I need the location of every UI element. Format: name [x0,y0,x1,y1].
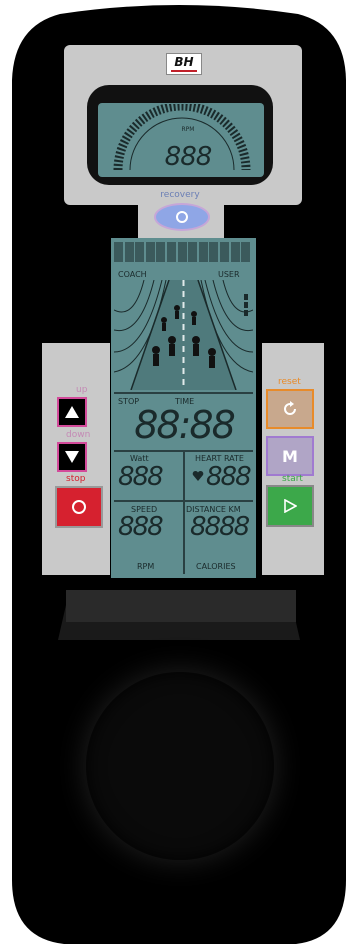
up-label: up [76,385,88,395]
reset-label: reset [278,377,301,387]
program-bar [177,242,187,262]
rpm-scale-label: RPM [181,126,195,133]
program-bar [230,242,240,262]
mode-button[interactable]: M [266,436,314,476]
down-button[interactable] [57,442,87,472]
program-bar [209,242,219,262]
coach-label: COACH [118,270,147,279]
program-bar [114,242,123,262]
program-bar [145,242,155,262]
start-button[interactable] [266,485,314,527]
time-readout: 88:88 [134,403,236,447]
rpm-readout: 888 [164,142,213,172]
display-divider [183,450,185,574]
reset-icon [284,401,296,415]
user-label: USER [218,270,240,279]
program-bar [188,242,198,262]
road-graphic [114,280,253,390]
display-divider [114,392,253,394]
circle-icon [176,211,188,223]
play-icon [284,499,297,513]
watt-readout: 888 [118,462,164,492]
program-bar [124,242,134,262]
circle-icon [72,500,86,514]
start-label: start [282,474,303,484]
program-bar [167,242,176,262]
stop-button[interactable] [55,486,103,528]
heart-icon [192,470,204,481]
down-label: down [66,430,91,440]
program-bar [135,242,145,262]
speed-readout: 888 [118,512,164,542]
rpm-label: RPM [137,562,155,571]
calories-label: CALORIES [196,562,236,571]
reset-button[interactable] [266,389,314,429]
program-bar [241,242,251,262]
program-bar [220,242,229,262]
up-button[interactable] [57,397,87,427]
recovery-label: recovery [160,190,200,200]
arrow-up-icon [65,406,79,418]
mode-glyph: M [282,446,298,466]
bottom-port [86,672,274,860]
brand-logo: BH [166,53,202,75]
tray-opening [66,590,296,622]
distance-readout: 8888 [190,512,250,542]
program-bar [198,242,208,262]
display-divider [114,500,253,502]
program-bar [156,242,166,262]
arrow-down-icon [65,451,79,463]
stop-label: stop [66,474,86,484]
program-bars [114,242,253,262]
heart-rate-readout: 888 [206,462,252,492]
